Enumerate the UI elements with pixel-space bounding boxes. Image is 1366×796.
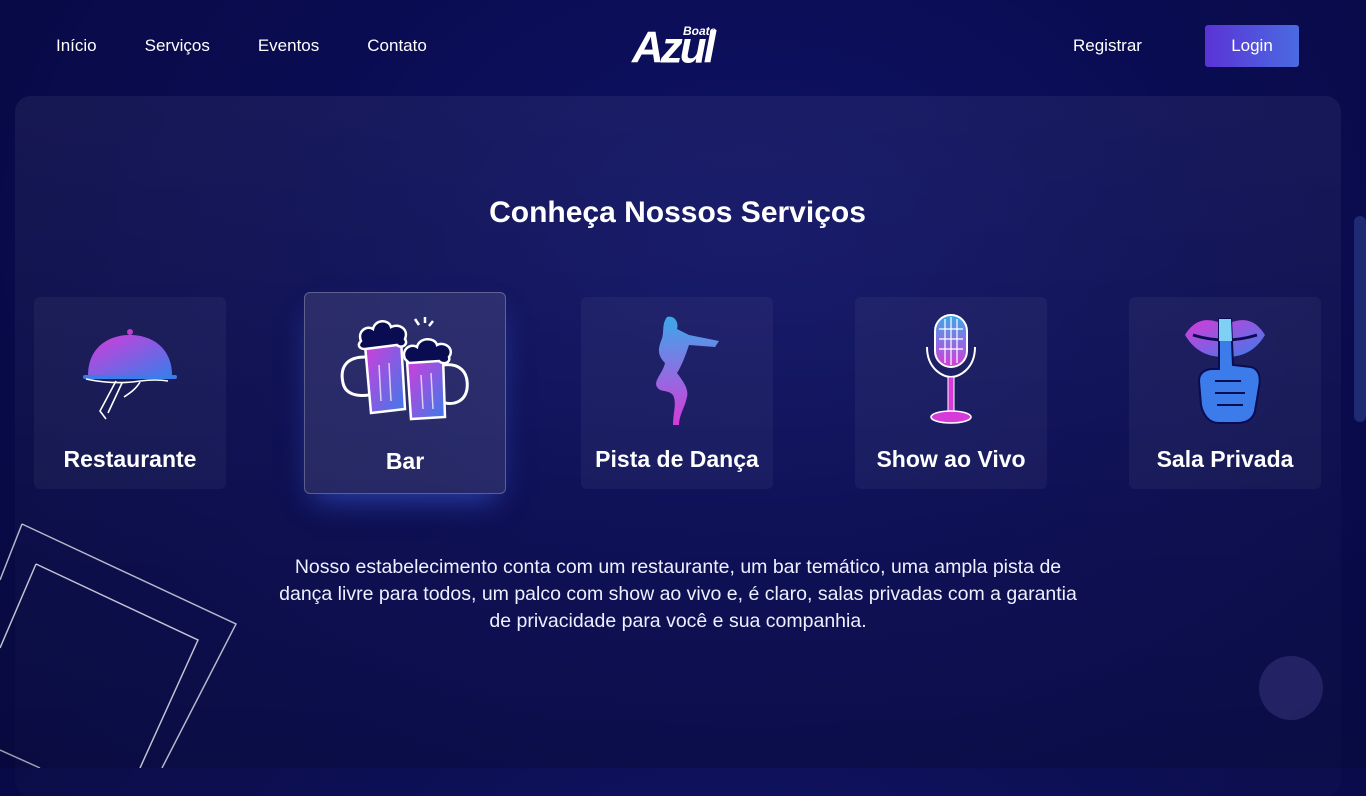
section-title: Conheça Nossos Serviços <box>489 196 866 229</box>
service-label: Restaurante <box>63 446 197 472</box>
nav-link-servicos[interactable]: Serviços <box>145 36 210 56</box>
microphone-icon <box>926 314 976 424</box>
service-label: Bar <box>385 448 425 474</box>
service-card-sala-privada[interactable]: Sala Privada <box>1129 297 1321 489</box>
logo-small-text: Boate <box>683 24 717 38</box>
service-label: Pista de Dança <box>595 446 759 472</box>
dancer-icon <box>656 316 719 425</box>
service-card-show-ao-vivo[interactable]: Show ao Vivo <box>855 297 1047 489</box>
floating-action-button[interactable] <box>1259 656 1323 720</box>
service-label: Show ao Vivo <box>876 446 1026 472</box>
service-card-pista-de-danca[interactable]: Pista de Dança <box>581 297 773 489</box>
decorative-frames <box>0 523 238 768</box>
brand-logo[interactable]: Azul Boate <box>630 20 726 72</box>
services-description: Nosso estabelecimento conta com um resta… <box>279 556 1077 632</box>
nav-link-eventos[interactable]: Eventos <box>258 36 319 56</box>
shush-lips-icon <box>1185 318 1265 424</box>
beer-mugs-icon <box>340 317 469 421</box>
service-card-restaurante[interactable]: Restaurante <box>34 297 226 489</box>
site-header: Início Serviços Eventos Contato Azul Boa… <box>0 0 1366 94</box>
scrollbar-thumb[interactable] <box>1354 216 1366 422</box>
nav-link-contato[interactable]: Contato <box>367 36 427 56</box>
service-card-bar[interactable]: Bar <box>304 292 506 494</box>
main-nav: Início Serviços Eventos Contato <box>56 36 427 56</box>
login-button[interactable]: Login <box>1205 25 1299 67</box>
nav-link-inicio[interactable]: Início <box>56 36 97 56</box>
service-label: Sala Privada <box>1156 446 1294 472</box>
register-link[interactable]: Registrar <box>1073 36 1142 56</box>
cloche-icon <box>83 329 177 420</box>
